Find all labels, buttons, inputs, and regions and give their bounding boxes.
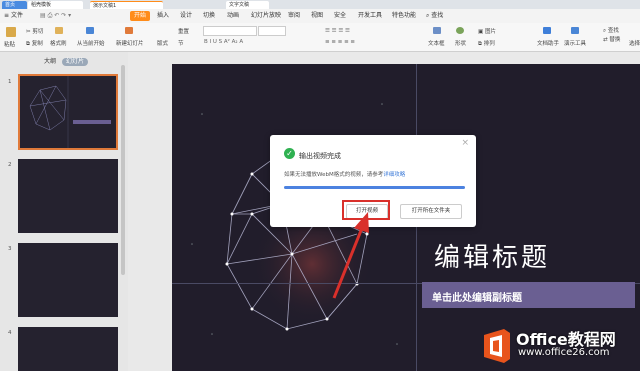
panel-scrollbar[interactable] (121, 65, 125, 275)
document-tab-bar: 首页 稻壳模板 演示文稿1 文字文稿 (0, 0, 640, 10)
search-icon: ⌕ (426, 12, 430, 19)
shape-button[interactable]: 形状 (455, 39, 466, 47)
export-complete-dialog: ✓ 输出视频完成 × 如果无法播放WebM格式的视频，请参考详细攻略 打开视频 … (270, 135, 476, 227)
presentation-tools-button[interactable]: 演示工具 (564, 39, 586, 47)
slide-subtitle-bar[interactable]: 单击此处编辑副标题 (422, 282, 635, 308)
menu-view[interactable]: 视图 (311, 11, 323, 21)
menu-special[interactable]: 特色功能 (392, 11, 416, 21)
dialog-message: 如果无法播放WebM格式的视频，请参考详细攻略 (284, 172, 406, 178)
menu-developer[interactable]: 开发工具 (358, 11, 382, 21)
menu-insert[interactable]: 插入 (157, 11, 169, 21)
find-button[interactable]: ⌕ 查找 (603, 26, 619, 35)
new-slide-button[interactable]: 新建幻灯片 (116, 39, 144, 47)
copy-button[interactable]: ⧉ 复制 (26, 39, 43, 48)
thumbnail-subtitle-bar (73, 120, 111, 124)
thumbnail-polyhedron-graphic (29, 76, 69, 148)
textbox-button[interactable]: 文本框 (428, 39, 445, 47)
slide-number: 2 (8, 162, 12, 168)
doc-helper-icon[interactable] (543, 27, 551, 34)
tab-docer[interactable]: 稻壳模板 (28, 1, 83, 9)
menu-animation[interactable]: 动画 (227, 11, 239, 21)
export-progress-bar (284, 186, 465, 189)
cut-button[interactable]: ✂ 剪切 (26, 27, 43, 35)
office-logo-icon (484, 329, 510, 363)
menu-slideshow[interactable]: 幻灯片放映 (251, 11, 281, 21)
slide-thumbnail-4[interactable] (18, 327, 118, 371)
guide-link[interactable]: 详细攻略 (383, 172, 405, 178)
ribbon-toolbar: 粘贴 ✂ 剪切 ⧉ 复制 格式刷 从当前开始 新建幻灯片 版式 重置 节 B I… (0, 23, 640, 52)
paste-button[interactable]: 粘贴 (4, 40, 15, 48)
slide-panel: 大纲 幻灯片 1 2 3 4 (0, 52, 129, 371)
watermark-url: www.office26.com (518, 347, 610, 358)
font-size-select[interactable] (258, 26, 286, 36)
slide-number: 1 (8, 79, 12, 85)
section-button[interactable]: 节 (178, 39, 184, 47)
doc-helper-button[interactable]: 文档助手 (537, 39, 559, 47)
quick-access-icons[interactable]: ▤ ⎙ ↶ ↷ ▾ (40, 11, 71, 21)
menu-bar: ≡ 文件 ▤ ⎙ ↶ ↷ ▾ 开始 插入 设计 切换 动画 幻灯片放映 审阅 视… (0, 9, 640, 24)
layout-button[interactable]: 版式 (157, 39, 168, 47)
slide-number: 3 (8, 246, 12, 252)
format-painter-button[interactable]: 格式刷 (50, 39, 67, 47)
slide-subtitle[interactable]: 单击此处编辑副标题 (432, 289, 522, 304)
slide-number: 4 (8, 330, 12, 336)
arrange-button[interactable]: ⧉ 排列 (478, 39, 495, 48)
play-icon[interactable] (86, 27, 94, 34)
format-painter-icon[interactable] (55, 27, 63, 34)
picture-button[interactable]: ▣ 图片 (478, 27, 496, 35)
highlight-box (342, 200, 390, 220)
tab-outline[interactable]: 大纲 (44, 58, 56, 66)
menu-transition[interactable]: 切换 (203, 11, 215, 21)
reset-button[interactable]: 重置 (178, 27, 189, 35)
success-check-icon: ✓ (284, 148, 295, 159)
font-format-buttons[interactable]: B I U S A² A₂ A (204, 39, 243, 45)
alignment-buttons[interactable]: ≡ ≡ ≡ ≡ ≡ (325, 39, 355, 45)
font-name-select[interactable] (203, 26, 257, 36)
textbox-icon[interactable] (433, 27, 441, 34)
menu-security[interactable]: 安全 (334, 11, 346, 21)
menu-home[interactable]: 开始 (130, 11, 151, 21)
menu-design[interactable]: 设计 (180, 11, 192, 21)
slide-thumbnail-2[interactable] (18, 159, 118, 233)
paste-icon[interactable] (6, 27, 16, 37)
dialog-title: 输出视频完成 (299, 152, 341, 160)
tab-document[interactable]: 文字文稿 (226, 1, 269, 9)
presentation-tools-icon[interactable] (571, 27, 579, 34)
select-button[interactable]: 选择 (629, 39, 640, 47)
tab-home[interactable]: 首页 (2, 1, 27, 9)
search-menu[interactable]: ⌕ 查找 (426, 11, 443, 21)
slide-thumbnail-1[interactable] (18, 74, 118, 150)
shape-icon[interactable] (456, 27, 464, 34)
slide-thumbnail-3[interactable] (18, 243, 118, 317)
paragraph-buttons[interactable]: ☰ ☰ ☰ ☰ (325, 28, 350, 34)
file-menu[interactable]: ≡ 文件 (4, 11, 23, 21)
close-icon[interactable]: × (461, 138, 469, 148)
menu-review[interactable]: 审阅 (288, 11, 300, 21)
from-current-button[interactable]: 从当前开始 (77, 39, 105, 47)
office26-watermark: Office教程网 www.office26.com (478, 323, 640, 371)
replace-button[interactable]: ⇄ 替换 (603, 35, 620, 43)
open-folder-button[interactable]: 打开所在文件夹 (400, 204, 462, 219)
tab-slides[interactable]: 幻灯片 (62, 58, 89, 66)
slide-title[interactable]: 编辑标题 (434, 237, 550, 274)
new-slide-icon[interactable] (125, 27, 133, 34)
